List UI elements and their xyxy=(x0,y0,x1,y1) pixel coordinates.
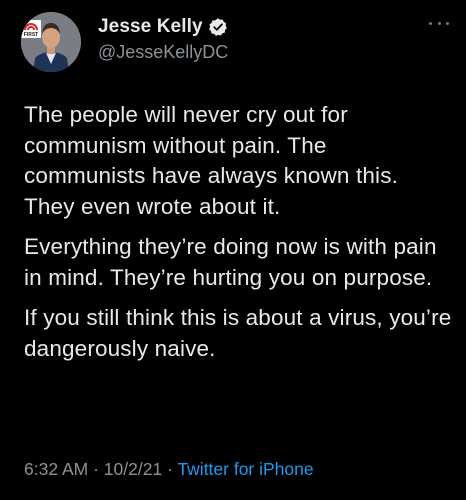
more-dot xyxy=(429,21,432,25)
tweet-date[interactable]: 10/2/21 xyxy=(104,459,162,479)
avatar[interactable]: FIRST xyxy=(21,12,81,72)
author-info[interactable]: Jesse Kelly @JesseKellyDC xyxy=(98,14,228,63)
tweet-text: The people will never cry out for commun… xyxy=(24,100,454,374)
first-logo-icon: FIRST xyxy=(21,20,41,38)
tweet: FIRST Jesse Kelly @JesseKellyDC The peop… xyxy=(0,0,466,500)
tweet-source-link[interactable]: Twitter for iPhone xyxy=(177,459,313,479)
more-dot xyxy=(446,21,449,25)
meta-separator: · xyxy=(93,459,104,479)
tweet-meta: 6:32 AM · 10/2/21 · Twitter for iPhone xyxy=(24,459,314,480)
more-options-icon[interactable] xyxy=(429,18,449,28)
handle[interactable]: @JesseKellyDC xyxy=(98,42,228,63)
tweet-paragraph: Everything they’re doing now is with pai… xyxy=(24,234,437,290)
tweet-paragraph: If you still think this is about a virus… xyxy=(24,305,452,361)
display-name-row: Jesse Kelly xyxy=(98,14,228,40)
meta-separator: · xyxy=(167,459,178,479)
display-name[interactable]: Jesse Kelly xyxy=(98,16,203,38)
tweet-header: FIRST Jesse Kelly @JesseKellyDC xyxy=(21,12,451,74)
avatar-image: FIRST xyxy=(21,12,81,72)
svg-text:FIRST: FIRST xyxy=(24,32,38,38)
tweet-time[interactable]: 6:32 AM xyxy=(24,459,88,479)
tweet-paragraph: The people will never cry out for commun… xyxy=(24,102,398,219)
more-dot xyxy=(437,21,441,25)
verified-badge-icon xyxy=(208,17,228,37)
